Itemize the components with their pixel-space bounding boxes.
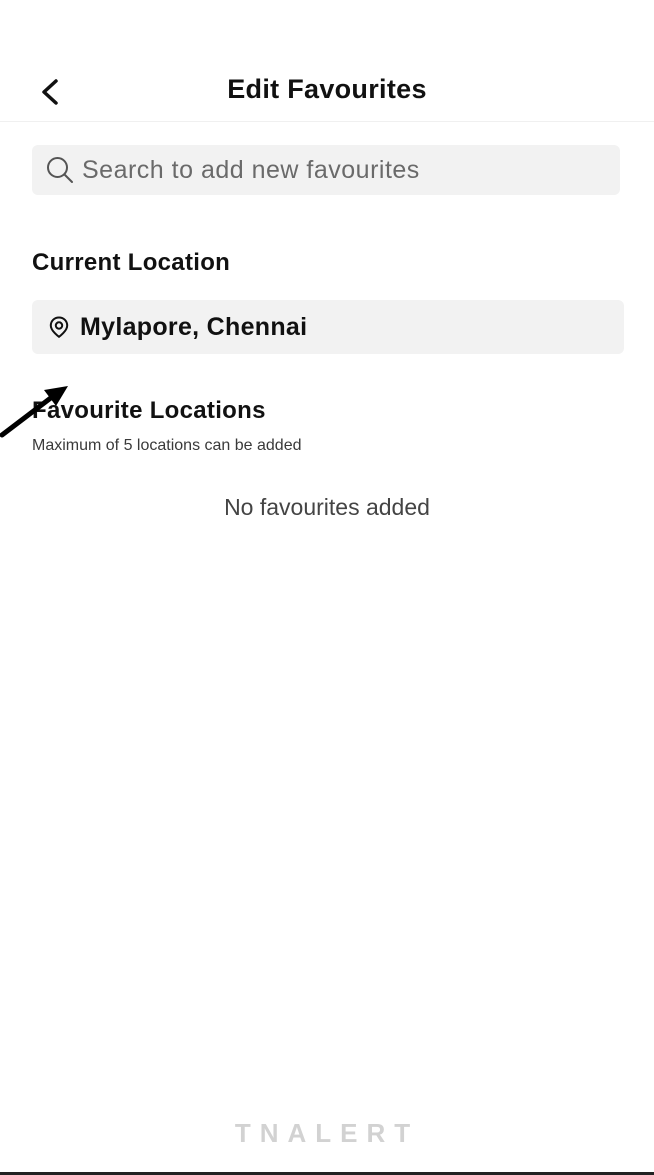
search-icon	[44, 154, 76, 186]
current-location-heading: Current Location	[32, 249, 231, 276]
annotation-arrow-icon	[0, 386, 68, 438]
header-bar: Edit Favourites	[0, 58, 654, 122]
page-title: Edit Favourites	[227, 74, 427, 104]
search-bar[interactable]	[32, 145, 620, 195]
empty-favourites-message: No favourites added	[224, 494, 430, 520]
brand-logo-text: TNALERT	[234, 1118, 420, 1148]
search-input[interactable]	[82, 155, 602, 185]
current-location-item[interactable]: Mylapore, Chennai	[32, 300, 624, 354]
current-location-label: Mylapore, Chennai	[80, 312, 308, 341]
edit-favourites-screen: Edit Favourites Current Location Mylapor…	[0, 0, 654, 1175]
location-pin-icon	[46, 314, 72, 340]
